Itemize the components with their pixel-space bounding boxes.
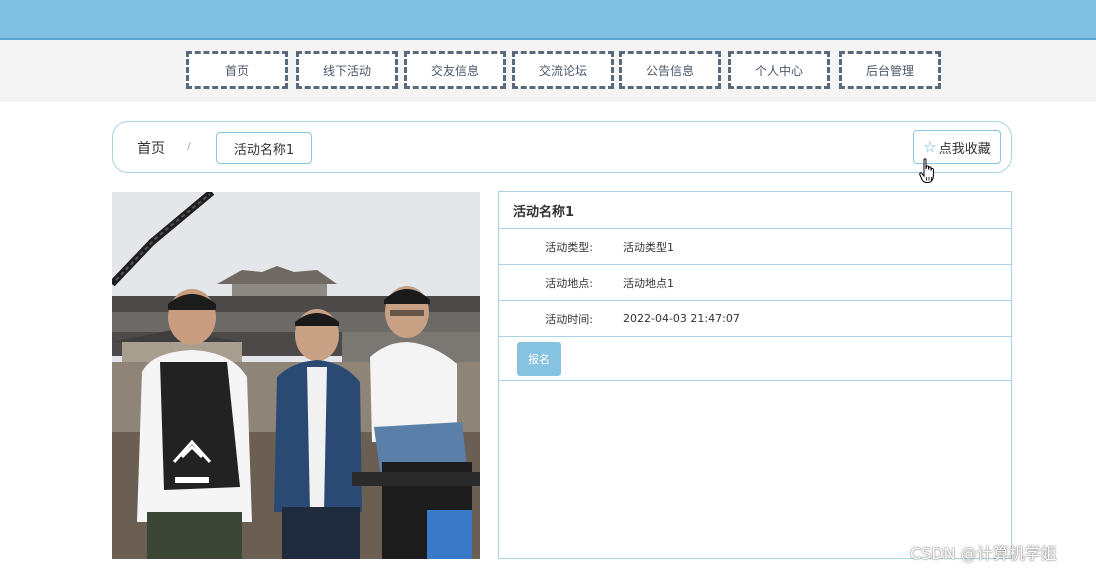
nav-item-personal-center[interactable]: 个人中心 [728,51,830,89]
activity-title: 活动名称1 [499,192,1011,229]
favorite-button-label: 点我收藏 [938,141,991,157]
detail-row-type: 活动类型: 活动类型1 [499,229,1011,265]
top-header-bar [0,0,1096,40]
csdn-watermark: CSDN @计算机学姐 [910,544,1057,563]
detail-row-location: 活动地点: 活动地点1 [499,265,1011,301]
nav-item-offline-activities[interactable]: 线下活动 [296,51,398,89]
detail-label: 活动地点: [545,276,593,290]
nav-item-admin[interactable]: 后台管理 [839,51,941,89]
detail-label: 活动时间: [545,312,593,326]
breadcrumb-home-link[interactable]: 首页 [137,138,165,158]
nav-item-announcements[interactable]: 公告信息 [619,51,721,89]
star-outline-icon: ☆ [923,137,937,156]
signup-button[interactable]: 报名 [517,342,561,376]
activity-detail-panel: 活动名称1 活动类型: 活动类型1 活动地点: 活动地点1 活动时间: 2022… [498,191,1012,559]
activity-photo [112,192,480,559]
detail-value: 活动地点1 [623,276,674,290]
nav-item-forum[interactable]: 交流论坛 [512,51,614,89]
breadcrumb-separator: / [187,140,191,153]
detail-value: 活动类型1 [623,240,674,254]
detail-action-row: 报名 [499,337,1011,381]
breadcrumb: 首页 / 活动名称1 ☆ 点我收藏 [112,121,1012,173]
nav-item-dating-info[interactable]: 交友信息 [404,51,506,89]
breadcrumb-current: 活动名称1 [216,132,312,164]
detail-row-time: 活动时间: 2022-04-03 21:47:07 [499,301,1011,337]
activity-photo-illustration [112,192,480,559]
main-nav: 首页 线下活动 交友信息 交流论坛 公告信息 个人中心 后台管理 [0,40,1096,102]
hand-pointer-cursor-icon [919,158,934,183]
detail-label: 活动类型: [545,240,593,254]
nav-item-home[interactable]: 首页 [186,51,288,89]
detail-value: 2022-04-03 21:47:07 [623,312,740,325]
